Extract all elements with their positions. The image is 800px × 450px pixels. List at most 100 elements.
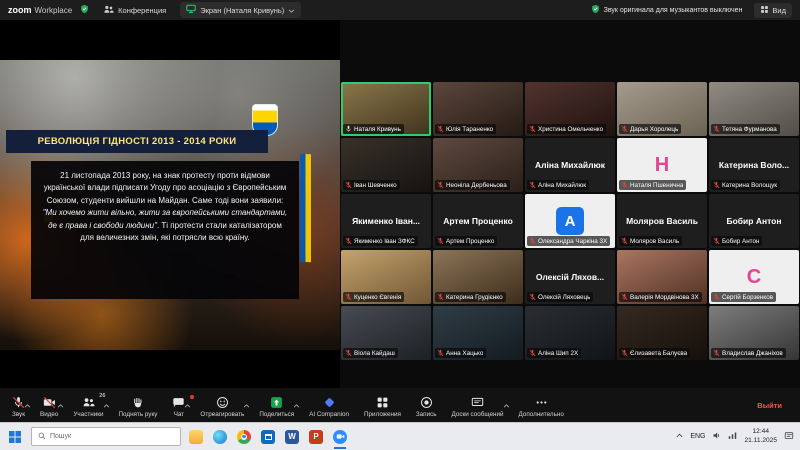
chevron-up-icon[interactable] [503,395,510,413]
chevron-up-icon[interactable] [293,395,300,413]
chevron-up-icon[interactable] [57,395,64,413]
participant-tile[interactable]: Неоніла Дербеньова [433,138,523,192]
participant-name-label: Олексій Ляховець [527,292,593,302]
record-button[interactable]: Запись [414,393,439,418]
participant-tile[interactable]: Дарья Хоролець [617,82,707,136]
participant-name: Христина Омельченко [538,126,603,133]
toolbar-button-label: Дополнительно [519,411,564,418]
participant-tile[interactable]: ННаталя Пшенична [617,138,707,192]
participant-tile[interactable]: Іван Шевченко [341,138,431,192]
letter-avatar: C [747,267,761,287]
ai-icon [323,396,336,410]
participant-tile[interactable]: Бобир АнтонБобир Антон [709,194,799,248]
participant-tile[interactable]: Анна Хацько [433,306,523,360]
participant-name-label: Юлія Тараненко [435,124,496,134]
participant-tile[interactable]: Аліна МихайлюкАліна Михайлюк [525,138,615,192]
toolbar-button-label: Участники [73,411,103,418]
muted-mic-icon [529,293,536,301]
participant-name-label: Неоніла Дербеньова [435,180,510,190]
boards-button[interactable]: Доски сообщений [450,393,506,418]
participant-name-label: Моляров Василь [619,236,682,246]
toolbar-button-label: AI Companion [309,411,349,418]
action-center-icon[interactable] [784,431,794,443]
taskbar-icon-store[interactable] [260,429,276,445]
participant-name-label: Валерія Мордвінова 3Х [619,292,702,302]
tray-chevron-icon[interactable] [676,433,683,440]
view-button[interactable]: Вид [754,3,792,18]
participant-tile[interactable]: Аліна Шип 2Х [525,306,615,360]
tab-screen-share[interactable]: Экран (Наталя Кривунь) [180,2,301,18]
monitor-icon [186,4,196,16]
participant-tile[interactable]: CСергій Борзенков [709,250,799,304]
shared-screen-panel: РЕВОЛЮЦІЯ ГІДНОСТІ 2013 - 2014 РОКИ 21 л… [0,20,340,388]
network-icon[interactable] [728,431,737,442]
participant-tile[interactable]: Артем ПроценкоАртем Проценко [433,194,523,248]
participant-tile[interactable]: Єлизавета Балуєва [617,306,707,360]
record-icon [420,396,433,410]
participant-name: Віола Кайдаш [354,350,395,357]
video-button[interactable]: Видео [38,393,60,418]
participant-name: Олександра Чаркіна 3Х [538,238,607,245]
participant-name-label: Куценко Євгенія [343,292,404,302]
participant-tile[interactable]: Владислав Джаніхов [709,306,799,360]
participant-name: Катерина Волощук [722,182,777,189]
apps-button[interactable]: Приложения [362,393,403,418]
people-icon [82,396,95,410]
taskbar-clock[interactable]: 12:44 21.11.2025 [744,428,777,444]
taskbar-search[interactable]: Пошук [31,427,181,446]
participant-name-label: Аліна Шип 2Х [527,348,581,358]
participant-name-label: Дарья Хоролець [619,124,681,134]
audio-button[interactable]: Звук [10,393,27,418]
react-icon [216,396,229,410]
chat-button[interactable]: Чат [170,393,187,418]
boards-icon [471,396,484,410]
participant-tile[interactable]: Юлія Тараненко [433,82,523,136]
taskbar-icon-edge[interactable] [212,429,228,445]
taskbar-icons: WP [188,429,348,445]
muted-mic-icon [621,237,628,245]
zoom-workplace-logo: zoom Workplace [8,5,72,15]
taskbar-icon-folder[interactable] [188,429,204,445]
participant-name: Іван Шевченко [354,182,397,189]
react-button[interactable]: Отреагировать [198,393,246,418]
original-sound-status[interactable]: Звук оригинала для музыкантов выключен [591,4,743,16]
muted-mic-icon [345,293,352,301]
participant-tile[interactable]: Катерина Грудієнко [433,250,523,304]
leave-button[interactable]: Выйти [749,397,790,414]
participant-tile[interactable]: Валерія Мордвінова 3Х [617,250,707,304]
participants-button[interactable]: 26Участники [71,393,105,418]
participant-name-label: Артем Проценко [435,236,497,246]
participant-tile[interactable]: Тетяна Фурманова [709,82,799,136]
participant-tile[interactable]: Якименко Іван...Якименко Іван ЗФКС [341,194,431,248]
volume-icon[interactable] [712,431,721,442]
taskbar-icon-word[interactable]: W [284,429,300,445]
participant-tile[interactable]: Христина Омельченко [525,82,615,136]
raise-hand-button[interactable]: Поднять руку [117,393,160,418]
chevron-down-icon[interactable] [288,6,295,15]
share-button[interactable]: Поделиться [257,393,296,418]
participant-tile[interactable]: Олексій Ляхов...Олексій Ляховець [525,250,615,304]
participant-tile[interactable]: Наталя Кривунь [341,82,431,136]
letter-avatar: A [556,207,584,235]
chevron-up-icon[interactable] [24,395,31,413]
participant-tile[interactable]: Віола Кайдаш [341,306,431,360]
toolbar-button-label: Поднять руку [119,411,158,418]
taskbar-icon-powerpoint[interactable]: P [308,429,324,445]
taskbar-icon-zoom[interactable] [332,429,348,445]
participant-tile[interactable]: Моляров ВасильМоляров Василь [617,194,707,248]
start-button[interactable] [6,427,24,447]
participant-name: Юлія Тараненко [446,126,493,133]
participant-tile[interactable]: Катерина Воло...Катерина Волощук [709,138,799,192]
participant-name: Наталя Пшенична [630,182,683,189]
participant-tile[interactable]: A Олександра Чаркіна 3Х [525,194,615,248]
ai-companion-button[interactable]: AI Companion [307,393,351,418]
tab-meeting[interactable]: Конференция [97,2,172,19]
meeting-main-area: РЕВОЛЮЦІЯ ГІДНОСТІ 2013 - 2014 РОКИ 21 л… [0,20,800,388]
more-button[interactable]: Дополнительно [517,393,566,418]
chevron-up-icon[interactable] [243,395,250,413]
toolbar-button-label: Запись [416,411,437,418]
participant-tile[interactable]: Куценко Євгенія [341,250,431,304]
language-indicator[interactable]: ENG [690,433,705,440]
taskbar-icon-chrome[interactable] [236,429,252,445]
participant-name-label: Владислав Джаніхов [711,348,786,358]
